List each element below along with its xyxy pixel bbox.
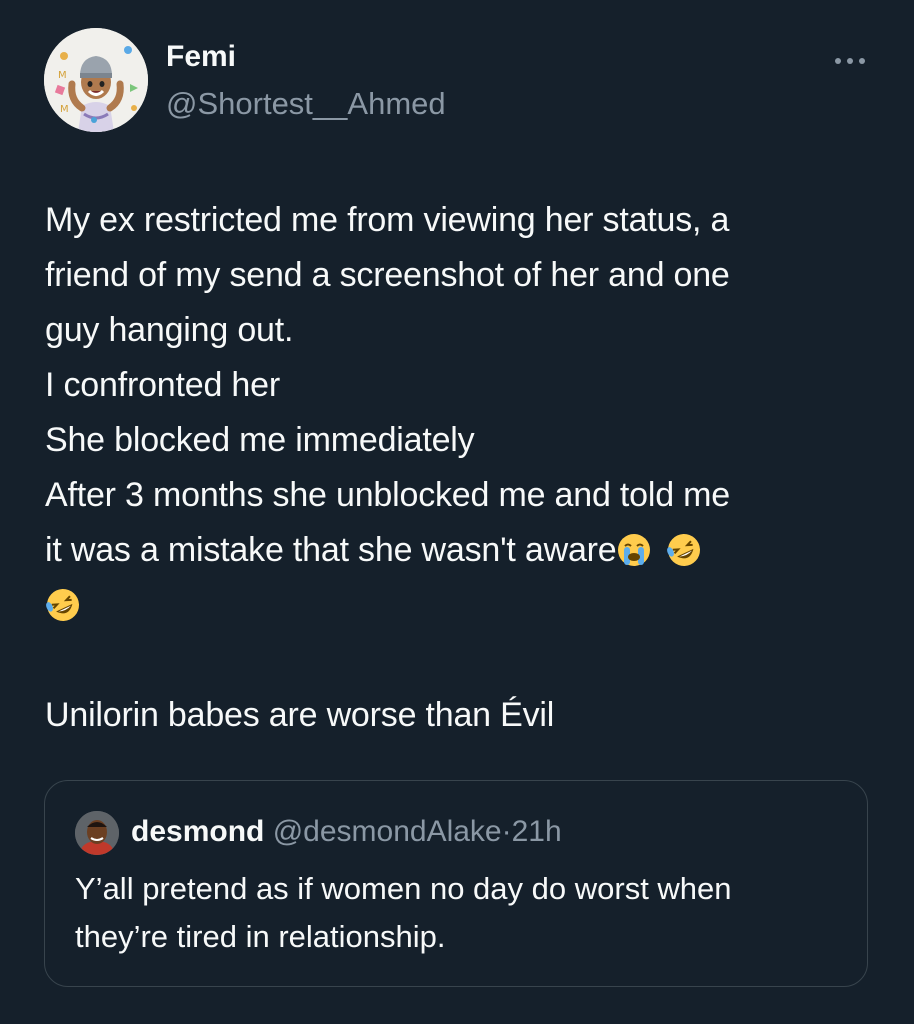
tweet-line: I confronted her bbox=[45, 366, 280, 404]
quote-text: Y’all pretend as if women no day do wors… bbox=[75, 865, 845, 961]
rolling-on-floor-laughing-emoji bbox=[46, 589, 79, 621]
tweet-line-emoji-only bbox=[45, 578, 875, 633]
quote-separator: · bbox=[501, 815, 512, 848]
tweet-line: My ex restricted me from viewing her sta… bbox=[45, 201, 730, 239]
tweet-line: Unilorin babes are worse than Évil bbox=[45, 696, 555, 734]
tweet-line: it was a mistake that she wasn't aware bbox=[45, 531, 617, 569]
quote-line: they’re tired in relationship. bbox=[75, 919, 446, 954]
author-handle[interactable]: @Shortest__Ahmed bbox=[166, 86, 446, 122]
svg-text:M: M bbox=[58, 70, 67, 81]
tweet-line: She blocked me immediately bbox=[45, 421, 475, 459]
author-avatar[interactable]: M M bbox=[44, 28, 148, 132]
quote-line: Y’all pretend as if women no day do wors… bbox=[75, 871, 732, 906]
tweet-line: friend of my send a screenshot of her an… bbox=[45, 256, 730, 294]
more-options-button[interactable] bbox=[826, 46, 874, 76]
svg-text:M: M bbox=[60, 104, 69, 115]
tweet-card: M M Femi @Shortest__Ahmed My ex restrict… bbox=[0, 0, 914, 1024]
rolling-on-floor-laughing-emoji bbox=[667, 534, 701, 566]
more-dots-icon bbox=[835, 58, 865, 64]
quote-header: desmond @desmondAlake·21h bbox=[131, 815, 562, 849]
profile-photo-icon bbox=[75, 811, 119, 855]
author-display-name[interactable]: Femi bbox=[166, 40, 236, 74]
tweet-line: guy hanging out. bbox=[45, 311, 294, 349]
tweet-line: After 3 months she unblocked me and told… bbox=[45, 476, 731, 514]
memoji-avatar-icon: M M bbox=[44, 28, 148, 132]
tweet-text: My ex restricted me from viewing her sta… bbox=[45, 193, 875, 743]
quote-display-name[interactable]: desmond bbox=[131, 815, 264, 848]
tweet-line-with-emojis: it was a mistake that she wasn't aware bbox=[45, 523, 875, 578]
loudly-crying-face-emoji bbox=[618, 534, 651, 566]
quote-handle[interactable]: @desmondAlake bbox=[273, 815, 502, 848]
quote-timestamp[interactable]: 21h bbox=[512, 815, 562, 848]
quote-author-avatar[interactable] bbox=[75, 811, 119, 855]
quoted-tweet[interactable]: desmond @desmondAlake·21h Y’all pretend … bbox=[44, 780, 868, 987]
